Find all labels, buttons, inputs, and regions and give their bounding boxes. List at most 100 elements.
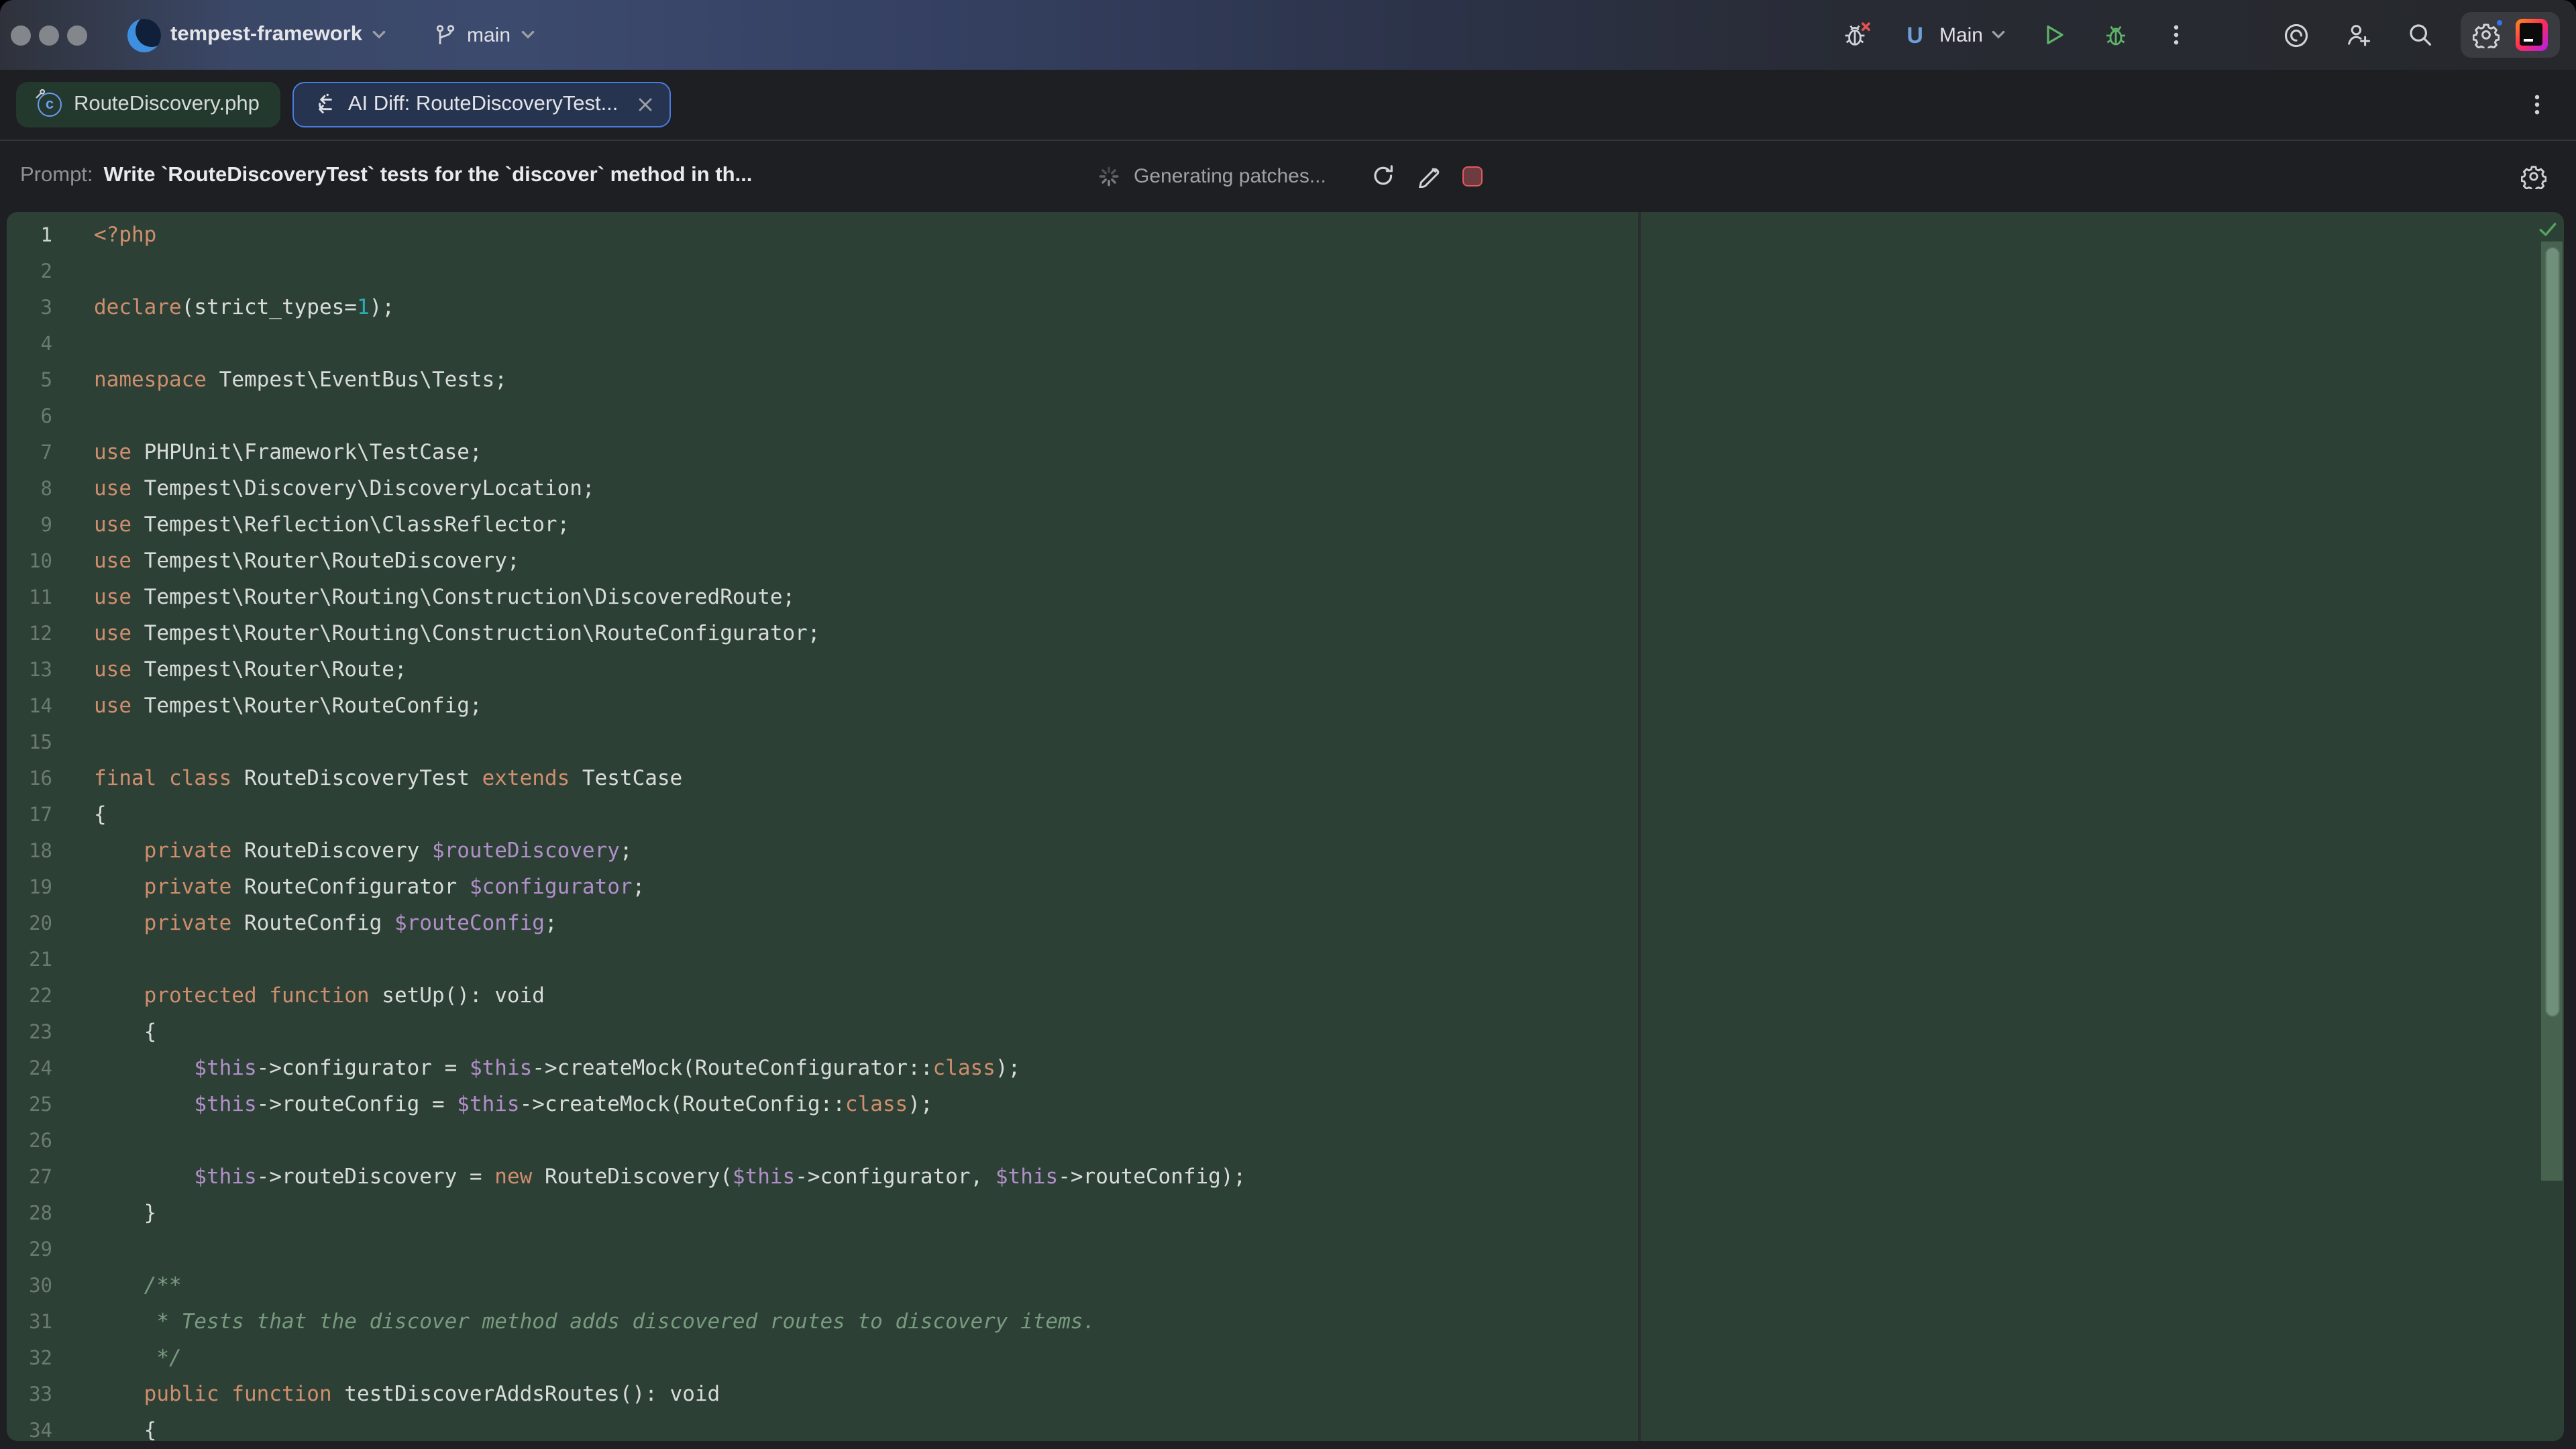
code-line[interactable]: 22 protected function setUp(): void: [7, 978, 1638, 1014]
code-line[interactable]: 11use Tempest\Router\Routing\Constructio…: [7, 580, 1638, 616]
line-number[interactable]: 14: [7, 690, 52, 726]
code-line[interactable]: 16final class RouteDiscoveryTest extends…: [7, 761, 1638, 797]
line-number[interactable]: 32: [7, 1342, 52, 1378]
code-line[interactable]: 19 private RouteConfigurator $configurat…: [7, 869, 1638, 906]
code-line[interactable]: 4: [7, 326, 1638, 362]
line-number[interactable]: 23: [7, 1016, 52, 1052]
code-line[interactable]: 13use Tempest\Router\Route;: [7, 652, 1638, 688]
line-number[interactable]: 27: [7, 1161, 52, 1197]
code-line[interactable]: 10use Tempest\Router\RouteDiscovery;: [7, 543, 1638, 580]
code-line[interactable]: 34 {: [7, 1413, 1638, 1441]
run-button[interactable]: [2041, 21, 2068, 48]
line-number[interactable]: 34: [7, 1414, 52, 1441]
line-number[interactable]: 31: [7, 1305, 52, 1342]
code-line[interactable]: 18 private RouteDiscovery $routeDiscover…: [7, 833, 1638, 869]
project-widget[interactable]: tempest-framework: [127, 18, 386, 52]
close-window-button[interactable]: [11, 25, 31, 45]
line-number[interactable]: 33: [7, 1378, 52, 1414]
line-number[interactable]: 3: [7, 291, 52, 327]
branch-widget[interactable]: main: [432, 22, 535, 48]
code-line[interactable]: 6: [7, 398, 1638, 435]
code-line[interactable]: 25 $this->routeConfig = $this->createMoc…: [7, 1087, 1638, 1123]
stop-button[interactable]: [1462, 166, 1483, 186]
code-line[interactable]: 21: [7, 942, 1638, 978]
ai-assistant-button[interactable]: [2282, 21, 2310, 49]
debug-button[interactable]: [2102, 21, 2129, 48]
code-line[interactable]: 2: [7, 254, 1638, 290]
inspection-ok-icon[interactable]: [2537, 219, 2559, 240]
tab-ai-diff[interactable]: AI Diff: RouteDiscoveryTest...: [293, 82, 671, 127]
line-number[interactable]: 13: [7, 653, 52, 690]
line-number[interactable]: 26: [7, 1124, 52, 1161]
pane-divider[interactable]: [1638, 212, 1641, 1441]
line-number[interactable]: 9: [7, 508, 52, 545]
code-line[interactable]: 7use PHPUnit\Framework\TestCase;: [7, 435, 1638, 471]
code-text: declare(strict_types=1);: [94, 295, 394, 319]
code-line[interactable]: 24 $this->configurator = $this->createMo…: [7, 1051, 1638, 1087]
project-name: tempest-framework: [170, 23, 362, 47]
diff-editor[interactable]: 1<?php23declare(strict_types=1);45namesp…: [7, 212, 2564, 1441]
code-line[interactable]: 28 }: [7, 1195, 1638, 1232]
line-number[interactable]: 29: [7, 1233, 52, 1269]
line-number[interactable]: 28: [7, 1197, 52, 1233]
code-line[interactable]: 20 private RouteConfig $routeConfig;: [7, 906, 1638, 942]
line-number[interactable]: 12: [7, 617, 52, 653]
line-number[interactable]: 20: [7, 907, 52, 943]
code-line[interactable]: 33 public function testDiscoverAddsRoute…: [7, 1377, 1638, 1413]
code-line[interactable]: 30 /**: [7, 1268, 1638, 1304]
code-area[interactable]: 1<?php23declare(strict_types=1);45namesp…: [7, 217, 1638, 1441]
scrollbar-thumb[interactable]: [2545, 247, 2560, 1017]
zoom-window-button[interactable]: [67, 25, 87, 45]
code-line[interactable]: 17{: [7, 797, 1638, 833]
line-number[interactable]: 1: [7, 219, 52, 255]
code-line[interactable]: 3 declare(strict_types=1);: [7, 290, 1638, 326]
code-line[interactable]: 27 $this->routeDiscovery = new RouteDisc…: [7, 1159, 1638, 1195]
code-line[interactable]: 12use Tempest\Router\Routing\Constructio…: [7, 616, 1638, 652]
line-number[interactable]: 2: [7, 255, 52, 291]
line-number[interactable]: 5: [7, 364, 52, 400]
minimize-window-button[interactable]: [39, 25, 59, 45]
line-number[interactable]: 30: [7, 1269, 52, 1305]
code-line[interactable]: 26: [7, 1123, 1638, 1159]
line-number[interactable]: 16: [7, 762, 52, 798]
code-line[interactable]: 31 * Tests that the discover method adds…: [7, 1304, 1638, 1340]
line-number[interactable]: 19: [7, 871, 52, 907]
line-number[interactable]: 4: [7, 327, 52, 364]
code-line[interactable]: 32 */: [7, 1340, 1638, 1377]
edit-prompt-button[interactable]: [1417, 164, 1441, 188]
code-line[interactable]: 9use Tempest\Reflection\ClassReflector;: [7, 507, 1638, 543]
code-line[interactable]: 29: [7, 1232, 1638, 1268]
line-number[interactable]: 25: [7, 1088, 52, 1124]
line-number[interactable]: 18: [7, 835, 52, 871]
more-actions-button[interactable]: [2164, 23, 2188, 47]
line-number[interactable]: 15: [7, 726, 52, 762]
line-number[interactable]: 7: [7, 436, 52, 472]
code-text: private RouteConfigurator $configurator;: [94, 875, 645, 899]
code-line[interactable]: 1<?php: [7, 217, 1638, 254]
line-number[interactable]: 22: [7, 979, 52, 1016]
line-number[interactable]: 17: [7, 798, 52, 835]
line-number[interactable]: 24: [7, 1052, 52, 1088]
line-number[interactable]: 8: [7, 472, 52, 508]
code-line[interactable]: 23 {: [7, 1014, 1638, 1051]
code-with-me-button[interactable]: [2345, 21, 2372, 48]
failed-tests-icon[interactable]: [1842, 20, 1872, 50]
settings-button[interactable]: [2473, 21, 2500, 48]
tab-options-button[interactable]: [2525, 93, 2549, 117]
jetbrains-ai-icon[interactable]: [2516, 19, 2548, 51]
regenerate-button[interactable]: [1371, 164, 1395, 188]
code-line[interactable]: 5namespace Tempest\EventBus\Tests;: [7, 362, 1638, 398]
close-tab-button[interactable]: [637, 97, 653, 113]
search-everywhere-button[interactable]: [2407, 21, 2434, 48]
run-configuration-selector[interactable]: U Main: [1907, 23, 2006, 46]
tab-route-discovery-php[interactable]: c RouteDiscovery.php: [16, 82, 281, 127]
line-number[interactable]: 6: [7, 400, 52, 436]
line-number[interactable]: 21: [7, 943, 52, 979]
code-line[interactable]: 8use Tempest\Discovery\DiscoveryLocation…: [7, 471, 1638, 507]
line-number[interactable]: 10: [7, 545, 52, 581]
diff-settings-button[interactable]: [2521, 163, 2546, 189]
code-line[interactable]: 15: [7, 724, 1638, 761]
code-line[interactable]: 14use Tempest\Router\RouteConfig;: [7, 688, 1638, 724]
line-number[interactable]: 11: [7, 581, 52, 617]
project-logo-icon: [127, 18, 161, 52]
